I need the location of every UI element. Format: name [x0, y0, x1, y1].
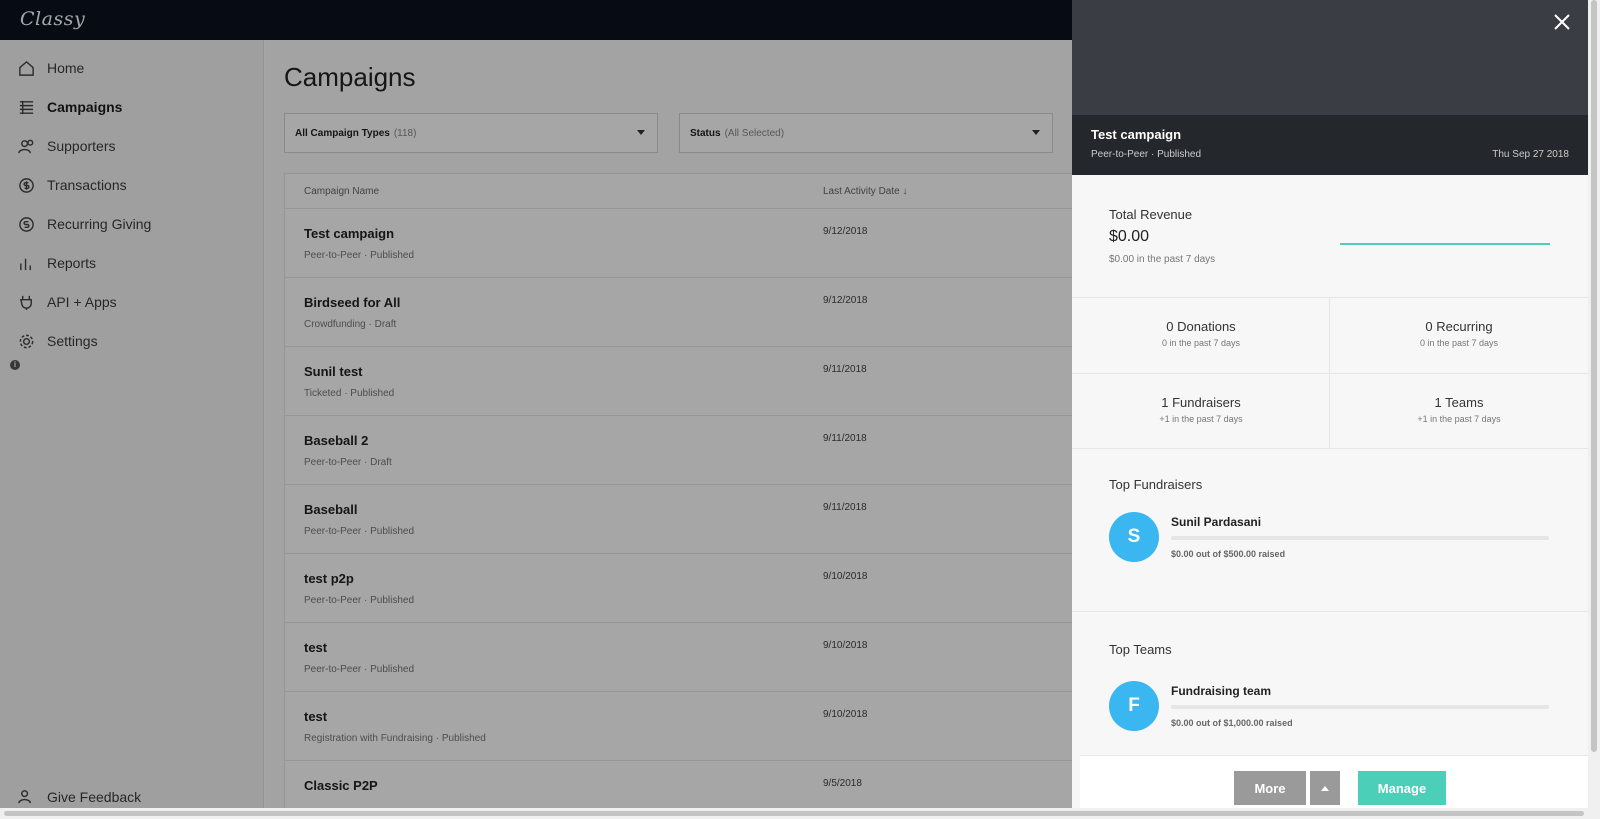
team-raised: $0.00 out of $1,000.00 raised [1171, 718, 1293, 728]
team-item[interactable]: F Fundraising team $0.00 out of $1,000.0… [1109, 681, 1559, 731]
top-teams-title: Top Teams [1109, 642, 1172, 657]
stats-grid: 0 Donations 0 in the past 7 days 0 Recur… [1072, 298, 1588, 449]
chevron-up-icon [1321, 786, 1329, 791]
manage-button[interactable]: Manage [1358, 771, 1446, 805]
stat-sub: +1 in the past 7 days [1417, 414, 1501, 424]
more-dropdown-button[interactable] [1310, 771, 1340, 805]
top-fundraisers-title: Top Fundraisers [1109, 477, 1203, 492]
revenue-label: Total Revenue [1109, 207, 1193, 222]
stat-sub: +1 in the past 7 days [1159, 414, 1243, 424]
progress-bar [1171, 705, 1549, 709]
stat-sub: 0 in the past 7 days [1161, 338, 1241, 348]
stat-teams: 1 Teams +1 in the past 7 days [1330, 374, 1588, 449]
stat-fundraisers: 1 Fundraisers +1 in the past 7 days [1072, 374, 1330, 449]
revenue-section: Total Revenue $0.00 $0.00 in the past 7 … [1072, 175, 1588, 298]
stat-value: 1 Teams [1434, 395, 1484, 410]
stat-value: 0 Donations [1166, 319, 1236, 334]
campaign-detail-panel: Test campaign Peer-to-Peer · Published T… [1072, 0, 1588, 808]
more-button[interactable]: More [1234, 771, 1306, 805]
close-button[interactable] [1552, 12, 1572, 32]
fundraiser-item[interactable]: S Sunil Pardasani $0.00 out of $500.00 r… [1109, 512, 1559, 562]
modal-backdrop[interactable] [0, 0, 1072, 819]
scrollbar-thumb[interactable] [1591, 0, 1597, 752]
vertical-scrollbar[interactable] [1588, 0, 1600, 808]
close-icon [1554, 14, 1570, 30]
fundraiser-raised: $0.00 out of $500.00 raised [1171, 549, 1286, 559]
panel-date: Thu Sep 27 2018 [1492, 149, 1569, 160]
avatar: S [1109, 512, 1159, 562]
panel-body: Total Revenue $0.00 $0.00 in the past 7 … [1072, 175, 1588, 808]
revenue-value: $0.00 [1109, 228, 1150, 245]
divider [1072, 373, 1588, 374]
stat-value: 0 Recurring [1425, 319, 1493, 334]
avatar: F [1109, 681, 1159, 731]
panel-subtitle: Peer-to-Peer · Published [1091, 149, 1202, 160]
stat-recurring: 0 Recurring 0 in the past 7 days [1330, 298, 1588, 373]
scrollbar-thumb[interactable] [4, 811, 1584, 816]
divider [1072, 611, 1588, 612]
revenue-sub: $0.00 in the past 7 days [1109, 254, 1216, 265]
stat-value: 1 Fundraisers [1161, 395, 1241, 410]
panel-header-band [1072, 115, 1588, 175]
progress-bar [1171, 536, 1549, 540]
revenue-sparkline [1340, 243, 1550, 245]
stat-donations: 0 Donations 0 in the past 7 days [1072, 298, 1330, 373]
panel-footer: More Manage [1080, 755, 1588, 808]
fundraiser-name[interactable]: Sunil Pardasani [1171, 515, 1261, 529]
panel-title: Test campaign [1091, 127, 1182, 142]
horizontal-scrollbar[interactable] [0, 808, 1600, 819]
panel-header: Test campaign Peer-to-Peer · Published T… [1072, 0, 1588, 175]
stat-sub: 0 in the past 7 days [1419, 338, 1499, 348]
team-name[interactable]: Fundraising team [1171, 684, 1271, 698]
